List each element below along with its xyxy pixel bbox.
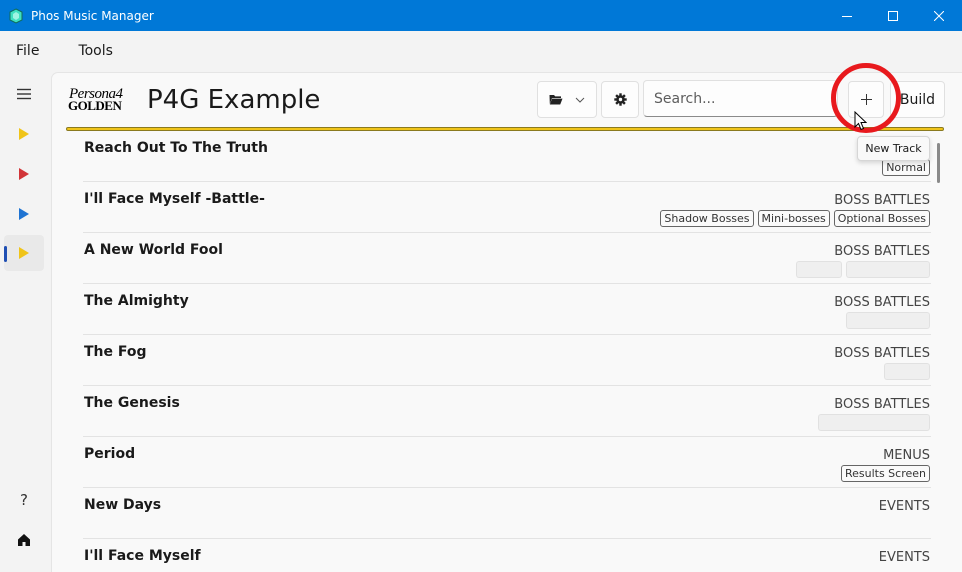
track-name: Reach Out To The Truth <box>84 140 268 156</box>
nav-game-p4g[interactable] <box>4 235 44 271</box>
nav-game-blue[interactable] <box>4 196 44 232</box>
help-icon: ? <box>20 491 28 509</box>
page-title: P4G Example <box>147 85 321 115</box>
track-name: The Almighty <box>84 293 189 309</box>
menu-bar: File Tools <box>0 31 962 71</box>
list-scrollbar[interactable] <box>937 143 940 183</box>
search-input[interactable] <box>644 81 837 116</box>
help-button[interactable]: ? <box>4 482 44 518</box>
track-list: Reach Out To The TruthREGULNormalI'll Fa… <box>83 131 932 572</box>
folder-icon <box>549 95 563 105</box>
minimize-icon <box>842 15 852 17</box>
track-name: I'll Face Myself <box>84 548 201 564</box>
mouse-cursor-icon <box>854 111 867 131</box>
play-yellow-icon <box>19 247 29 259</box>
track-name: A New World Fool <box>84 242 223 258</box>
track-category: BOSS BATTLES <box>834 346 930 361</box>
track-name: The Fog <box>84 344 147 360</box>
track-category: BOSS BATTLES <box>834 193 930 208</box>
play-red-icon <box>19 168 29 180</box>
track-tag: Normal <box>882 159 930 176</box>
track-tag-placeholder <box>818 414 930 431</box>
folder-dropdown-button[interactable] <box>537 81 597 118</box>
track-tag-placeholder <box>846 261 930 278</box>
hamburger-icon <box>17 88 31 100</box>
track-tag: Shadow Bosses <box>660 210 754 227</box>
menu-file[interactable]: File <box>7 43 48 59</box>
close-button[interactable] <box>916 0 962 31</box>
logo-line2: GOLDEN <box>68 98 122 113</box>
track-tags <box>846 312 930 329</box>
nav-selection-indicator <box>4 246 7 262</box>
side-nav: ? <box>0 71 50 572</box>
title-bar: Phos Music Manager <box>0 0 962 31</box>
track-tag-placeholder <box>796 261 842 278</box>
track-category: MENUS <box>883 448 930 463</box>
track-tags <box>884 363 930 380</box>
close-icon <box>934 10 944 21</box>
minimize-button[interactable] <box>824 0 870 31</box>
menu-tools[interactable]: Tools <box>69 43 122 59</box>
track-row[interactable]: A New World Fool BOSS BATTLES <box>83 233 931 284</box>
track-category: EVENTS <box>878 550 930 565</box>
track-row[interactable]: I'll Face Myself -Battle- BOSS BATTLES Sha… <box>83 182 931 233</box>
track-row[interactable]: The Almighty BOSS BATTLES <box>83 284 931 335</box>
track-category: BOSS BATTLES <box>834 295 930 310</box>
track-tag: Results Screen <box>840 465 930 482</box>
app-gem-icon <box>9 7 23 24</box>
hamburger-button[interactable] <box>4 76 44 112</box>
track-row[interactable]: I'll Face Myself EVENTS <box>83 539 931 572</box>
track-tags <box>818 414 930 431</box>
track-tag: Optional Bosses <box>833 210 930 227</box>
game-logo: Persona4 GOLDEN <box>68 86 132 113</box>
play-blue-icon <box>19 208 29 220</box>
maximize-button[interactable] <box>870 0 916 31</box>
maximize-icon <box>888 10 898 21</box>
track-row[interactable]: The Genesis BOSS BATTLES <box>83 386 931 437</box>
track-row[interactable]: New Days EVENTS <box>83 488 931 539</box>
track-tags: Shadow Bosses Mini-bosses Optional Bosses <box>660 210 930 227</box>
track-tags: Results Screen <box>840 465 930 482</box>
track-tag: Mini-bosses <box>757 210 830 227</box>
new-track-tooltip: New Track <box>857 136 930 161</box>
track-category: EVENTS <box>878 499 930 514</box>
play-yellow-icon <box>19 128 29 140</box>
track-tag-placeholder <box>884 363 930 380</box>
track-name: Period <box>84 446 136 462</box>
build-label: Build <box>899 91 936 108</box>
track-name: The Genesis <box>84 395 180 411</box>
track-name: New Days <box>84 497 162 513</box>
track-tags <box>796 261 930 278</box>
chevron-down-icon <box>575 97 585 103</box>
nav-game-yellow[interactable] <box>4 116 44 152</box>
nav-game-red[interactable] <box>4 156 44 192</box>
search-box[interactable] <box>643 80 838 117</box>
window-title: Phos Music Manager <box>31 8 154 23</box>
track-row[interactable]: The Fog BOSS BATTLES <box>83 335 931 386</box>
settings-button[interactable] <box>601 81 639 118</box>
track-name: I'll Face Myself -Battle- <box>84 191 265 207</box>
track-tag-placeholder <box>846 312 930 329</box>
track-row[interactable]: Period MENUS Results Screen <box>83 437 931 488</box>
track-tags: Normal <box>882 159 930 176</box>
track-row[interactable]: Reach Out To The TruthREGULNormal <box>83 131 931 182</box>
home-icon <box>18 534 30 546</box>
track-category: BOSS BATTLES <box>834 244 930 259</box>
gear-icon <box>613 93 627 106</box>
track-category: BOSS BATTLES <box>834 397 930 412</box>
home-button[interactable] <box>4 522 44 558</box>
